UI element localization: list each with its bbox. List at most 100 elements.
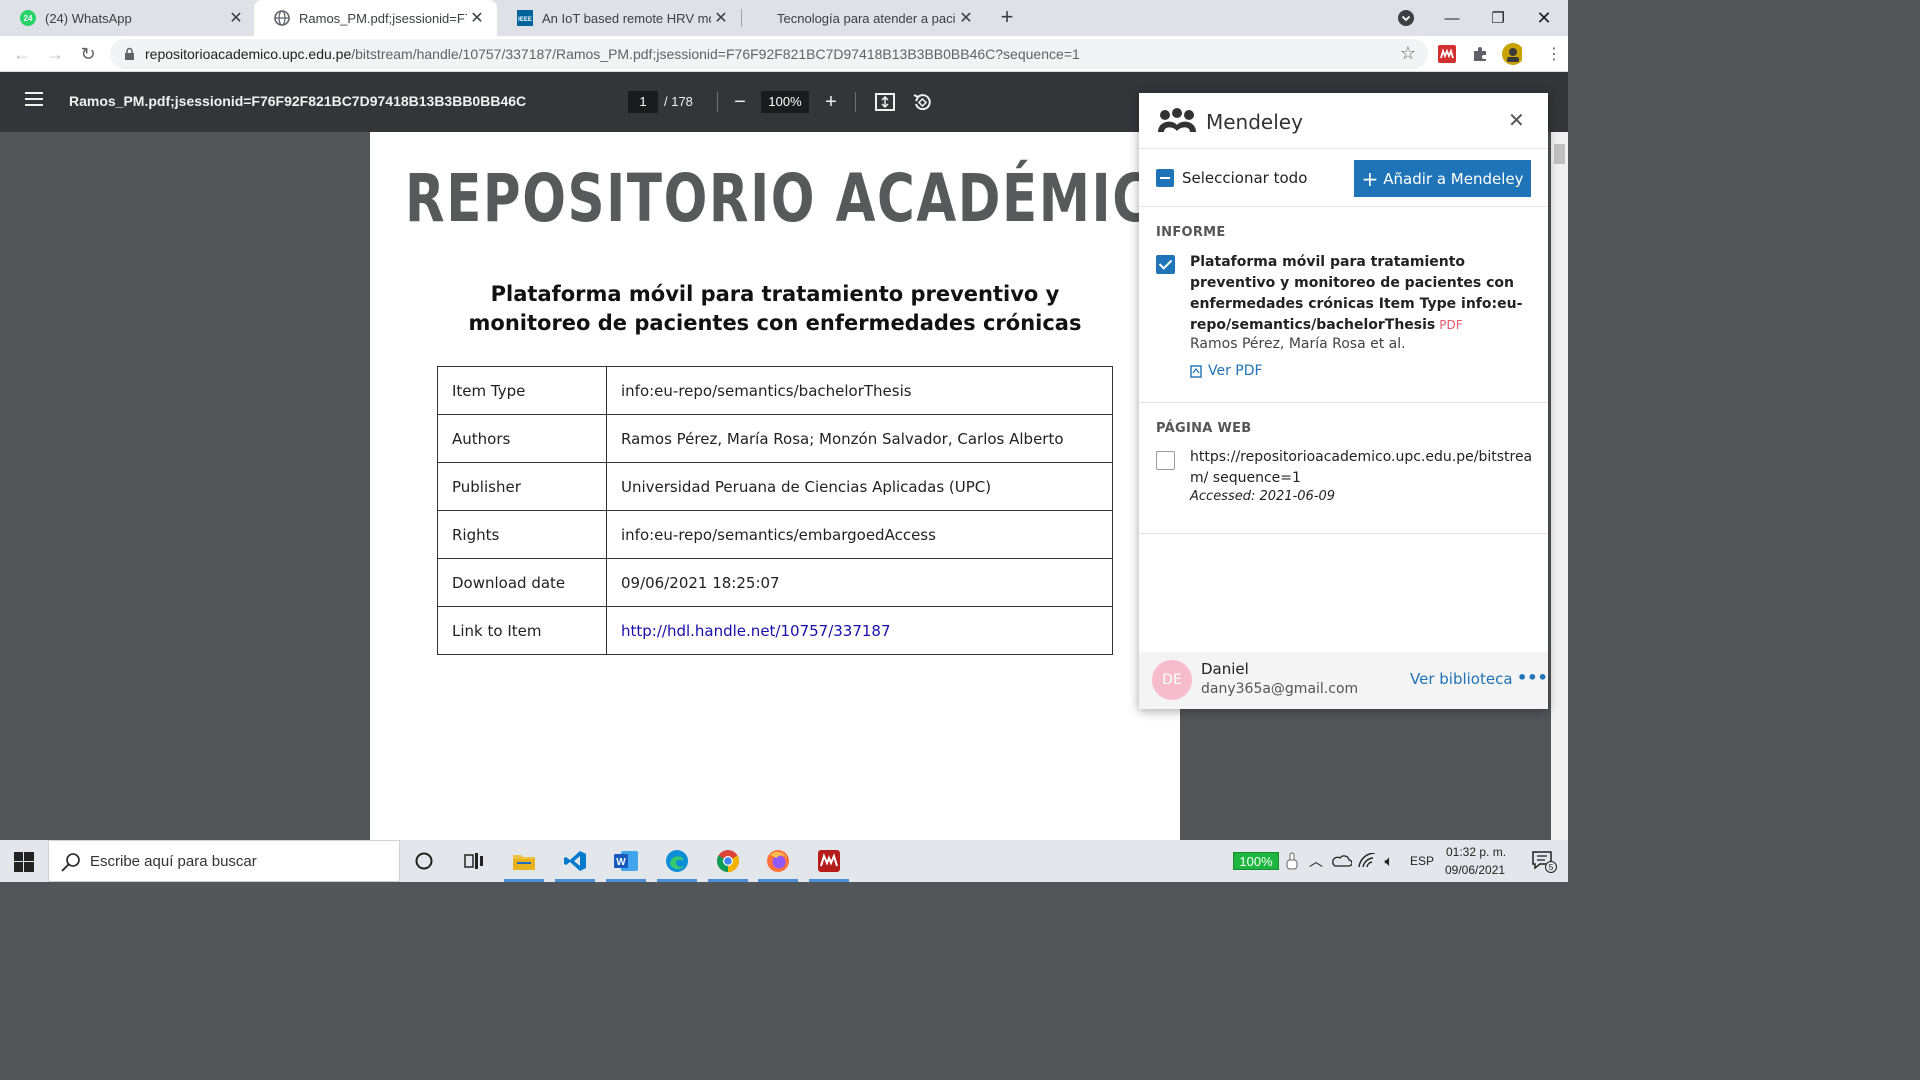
back-button[interactable]: ← [8,40,36,68]
tab-whatsapp[interactable]: 24 (24) WhatsApp ✕ [0,0,256,36]
vscode-icon[interactable] [551,840,599,882]
word-icon[interactable]: W [602,840,650,882]
window-close-button[interactable]: ✕ [1521,0,1567,36]
page-number-input[interactable]: 1 [628,91,658,113]
mendeley-logo-icon [1158,108,1196,132]
add-to-mendeley-button[interactable]: + Añadir a Mendeley [1354,160,1531,197]
select-all-checkbox[interactable] [1156,169,1174,187]
tab-search-button[interactable] [1383,0,1429,36]
select-all-label[interactable]: Seleccionar todo [1182,169,1307,187]
menu-icon[interactable] [25,92,43,112]
bookmark-star-icon[interactable]: ☆ [1400,43,1416,64]
pdf-file-icon [1190,364,1202,378]
metadata-table: Item Type info:eu-repo/semantics/bachelor… [437,366,1113,655]
tab-title: (24) WhatsApp [45,10,132,26]
zoom-in-button[interactable]: + [819,90,843,114]
reload-button[interactable]: ↻ [74,40,102,68]
table-row: Link to Item http://hdl.handle.net/10757/… [437,606,1113,655]
extensions-puzzle-icon[interactable] [1470,44,1490,64]
document-title-line: Plataforma móvil para tratamiento preven… [490,282,1060,306]
tab-strip: 24 (24) WhatsApp ✕ Ramos_PM.pdf;jsession… [0,0,1568,36]
view-library-link[interactable]: Ver biblioteca [1410,670,1513,688]
table-value: 09/06/2021 18:25:07 [606,558,1113,607]
table-row: Item Type info:eu-repo/semantics/bachelor… [437,366,1113,415]
add-button-label: Añadir a Mendeley [1383,169,1524,188]
minimize-button[interactable]: — [1429,0,1475,36]
search-placeholder: Escribe aquí para buscar [90,853,257,870]
chevron-down-icon [1398,10,1414,26]
mendeley-app-icon[interactable] [805,840,853,882]
pdf-page: REPOSITORIO ACADÉMICO UPC Plataforma móv… [370,132,1180,840]
tab-title: Ramos_PM.pdf;jsessionid=F76F9... [299,10,467,26]
web-item-checkbox[interactable] [1156,451,1175,470]
view-pdf-label: Ver PDF [1208,363,1263,379]
view-pdf-link[interactable]: Ver PDF [1190,363,1263,379]
report-item-checkbox[interactable] [1156,255,1175,274]
mendeley-extension-icon[interactable] [1437,44,1457,64]
tab-tecnologia[interactable]: Tecnología para atender a pacien... ✕ [742,0,986,36]
close-icon[interactable]: ✕ [1508,108,1525,132]
task-view-icon[interactable] [450,840,498,882]
chrome-icon[interactable] [704,840,752,882]
zoom-input[interactable]: 100% [761,91,809,113]
edge-icon[interactable] [653,840,701,882]
page-total: / 178 [664,94,693,109]
wifi-icon[interactable] [1356,840,1378,882]
section-web-page: PÁGINA WEB [1156,421,1252,436]
table-value: Universidad Peruana de Ciencias Aplicada… [606,462,1113,511]
cortana-icon[interactable] [400,840,448,882]
accessed-date: 2021-06-09 [1259,489,1336,504]
volume-icon[interactable]: 🔈︎ [1378,840,1400,882]
close-icon[interactable]: ✕ [711,8,731,28]
notifications-icon[interactable]: 5 [1520,840,1568,882]
taskbar-search-input[interactable]: Escribe aquí para buscar [48,840,400,882]
profile-avatar-icon[interactable] [1502,43,1522,65]
scrollbar[interactable] [1551,132,1568,840]
new-tab-button[interactable]: + [993,3,1021,31]
handle-link[interactable]: http://hdl.handle.net/10757/337187 [621,622,891,640]
close-icon[interactable]: ✕ [467,8,487,28]
select-bar: Seleccionar todo + Añadir a Mendeley [1139,149,1548,207]
rotate-icon[interactable] [910,90,934,114]
svg-text:24: 24 [24,14,33,23]
touch-icon[interactable] [1282,840,1302,882]
tray-chevron-up-icon[interactable]: ︿ [1306,840,1326,882]
tab-ramos-pdf[interactable]: Ramos_PM.pdf;jsessionid=F76F9... ✕ [254,0,497,36]
restore-button[interactable]: ❐ [1475,0,1521,36]
file-explorer-icon[interactable] [500,840,548,882]
clock-time[interactable]: 01:32 p. m. [1446,845,1506,859]
item-title-text: Plataforma móvil para tratamiento preven… [1190,254,1523,333]
lock-icon [125,47,134,60]
user-email: dany365a@gmail.com [1201,681,1359,697]
svg-text:5: 5 [1549,863,1554,872]
toolbar-divider [717,92,718,112]
report-item-title: Plataforma móvil para tratamiento preven… [1190,252,1535,336]
tab-title: Tecnología para atender a pacien... [777,10,956,26]
close-icon[interactable]: ✕ [226,8,246,28]
fit-page-icon[interactable] [873,90,897,114]
document-title: Plataforma móvil para tratamiento preven… [430,280,1120,338]
ieee-icon: IEEE [517,10,533,26]
input-language[interactable]: ESP [1410,854,1434,868]
windows-start-icon[interactable] [14,852,34,872]
clock-date[interactable]: 09/06/2021 [1445,863,1505,877]
mendeley-panel: Mendeley ✕ Seleccionar todo + Añadir a Me… [1139,93,1548,709]
table-key: Link to Item [437,606,607,655]
forward-button[interactable]: → [41,40,69,68]
firefox-icon[interactable] [754,840,802,882]
close-icon[interactable]: ✕ [956,8,976,28]
more-options-icon[interactable]: ••• [1517,668,1548,687]
scrollbar-thumb[interactable] [1554,144,1565,164]
zoom-out-button[interactable]: − [728,90,752,114]
table-value: http://hdl.handle.net/10757/337187 [606,606,1113,655]
tab-ieee[interactable]: IEEE An IoT based remote HRV monito... ✕ [497,0,741,36]
search-icon [61,853,80,872]
mendeley-title: Mendeley [1206,110,1303,134]
battery-indicator[interactable]: 100% [1233,852,1279,870]
onedrive-icon[interactable] [1330,840,1354,882]
table-value: Ramos Pérez, María Rosa; Monzón Salvador… [606,414,1113,463]
address-bar[interactable]: repositorioacademico.upc.edu.pe/bitstrea… [110,39,1428,69]
chrome-menu-icon[interactable]: ⋮ [1540,40,1568,68]
section-report: INFORME [1156,225,1226,240]
whatsapp-icon: 24 [20,10,36,26]
